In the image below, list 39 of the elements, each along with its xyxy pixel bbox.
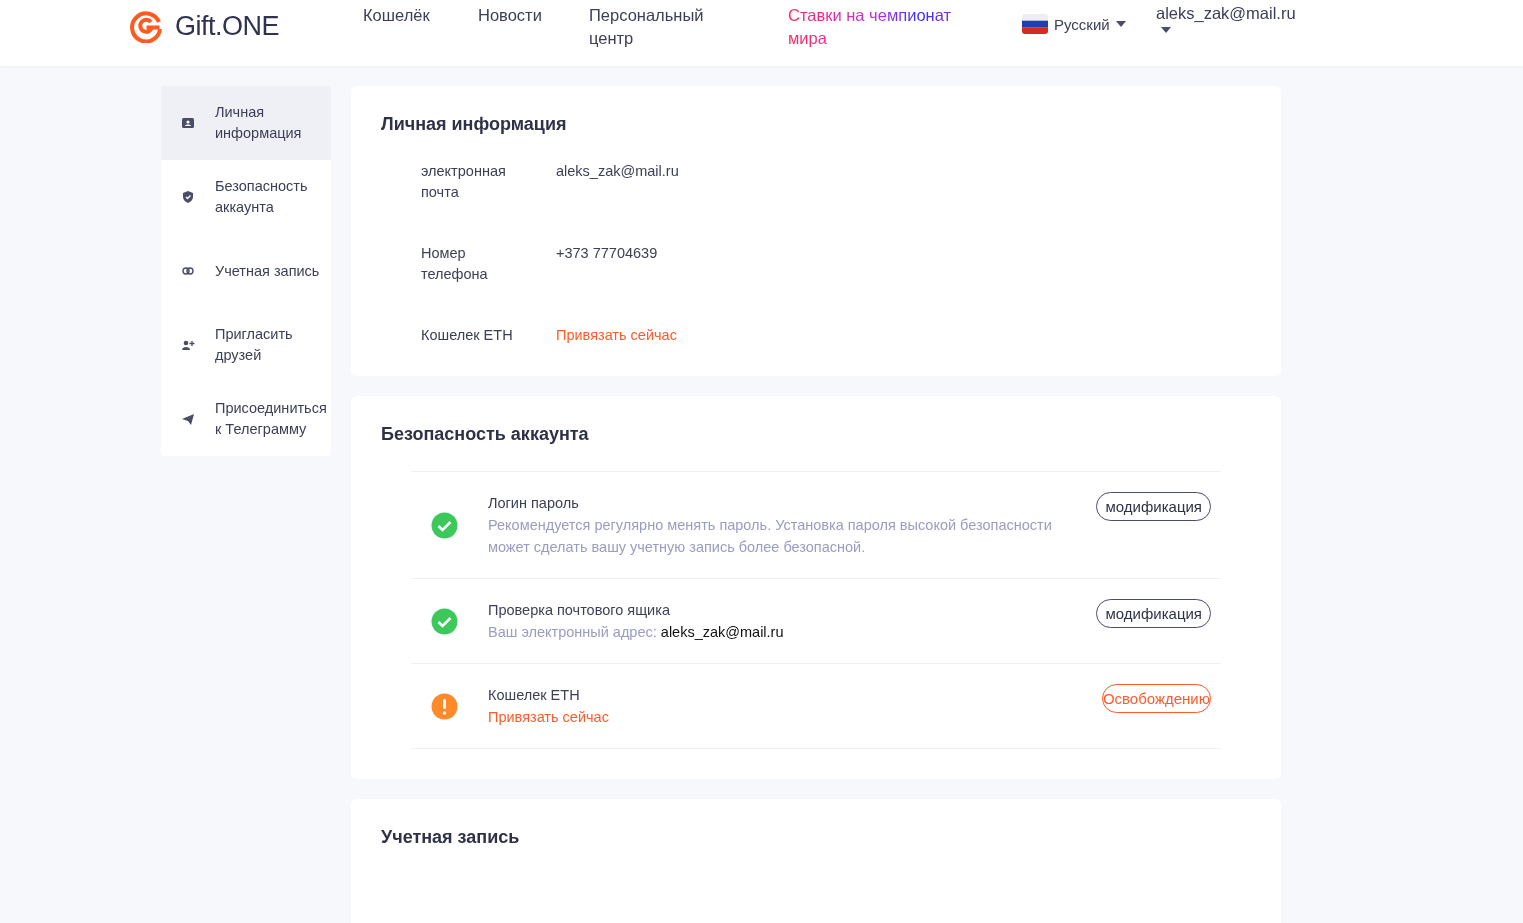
section-title: Учетная запись xyxy=(381,827,521,848)
user-menu[interactable]: aleks_zak@mail.ru xyxy=(1156,4,1296,23)
caret-icon xyxy=(1115,21,1126,27)
paper-plane-icon xyxy=(181,412,195,426)
link-icon xyxy=(181,264,195,278)
sidebar-item[interactable]: Пригласить друзей xyxy=(161,308,331,382)
check-circle-icon xyxy=(431,607,458,635)
sidebar-item[interactable]: Личная информация xyxy=(161,86,331,160)
caret-icon xyxy=(1161,27,1171,33)
nav-link[interactable]: Новости xyxy=(478,4,589,50)
field-label: электронная почта xyxy=(421,162,507,202)
modify-button[interactable]: модификация xyxy=(1096,599,1211,628)
logo-text: Gift.ONE xyxy=(175,11,279,42)
section-title: Безопасность аккаунта xyxy=(381,424,590,445)
logo-icon xyxy=(130,10,163,43)
modify-button[interactable]: модификация xyxy=(1096,492,1211,521)
item-title: Кошелек ETH xyxy=(488,686,581,705)
warning-circle-icon xyxy=(431,692,458,720)
russian-flag-icon xyxy=(1022,14,1048,34)
item-description: Ваш электронный адрес: aleks_zak@mail.ru xyxy=(488,623,785,642)
shield-icon xyxy=(181,190,195,204)
item-title: Логин пароль xyxy=(488,494,580,513)
section-title: Личная информация xyxy=(381,114,568,135)
item-title: Проверка почтового ящика xyxy=(488,601,671,620)
nav-link[interactable]: Персональный центр xyxy=(589,4,739,50)
field-value: aleks_zak@mail.ru xyxy=(556,162,679,181)
add-user-icon xyxy=(181,338,195,352)
nav-link[interactable]: Кошелёк xyxy=(363,4,478,50)
id-card-icon xyxy=(181,116,195,130)
field-label: Номер телефона xyxy=(421,244,489,284)
sidebar-item[interactable]: Присоединиться к Телеграмму xyxy=(161,382,331,456)
field-label: Кошелек ETH xyxy=(421,326,514,345)
language-label: Русский xyxy=(1054,15,1110,33)
sidebar-item[interactable]: Учетная запись xyxy=(161,234,331,308)
sidebar-item[interactable]: Безопасность аккаунта xyxy=(161,160,331,234)
language-selector[interactable]: Русский xyxy=(1022,14,1150,34)
item-description: Рекомендуется регулярно менять пароль. Установка пароля высокой безопасности может сделать вашу учетную запись более безопасной. xyxy=(488,516,1053,557)
check-circle-icon xyxy=(431,511,458,539)
field-value: +373 77704639 xyxy=(556,244,658,263)
